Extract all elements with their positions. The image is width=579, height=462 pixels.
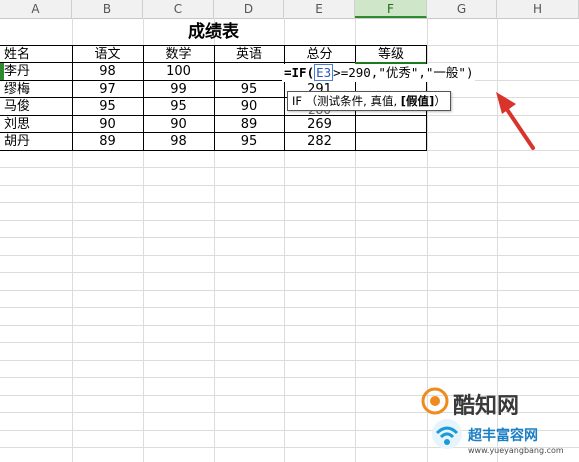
watermark-url: www.yueyangbang.com [468, 446, 564, 455]
watermark-wifi-icon [432, 419, 462, 449]
watermark-logo-icon [421, 387, 449, 415]
spreadsheet-sheet: A B C D E F G H 成绩表 姓名 语文 数学 英语 总分 等级 李丹… [0, 0, 579, 462]
watermark-sub-text: 超丰富容网 [468, 428, 538, 444]
watermark-logo-text: 酷知网 [453, 394, 520, 419]
